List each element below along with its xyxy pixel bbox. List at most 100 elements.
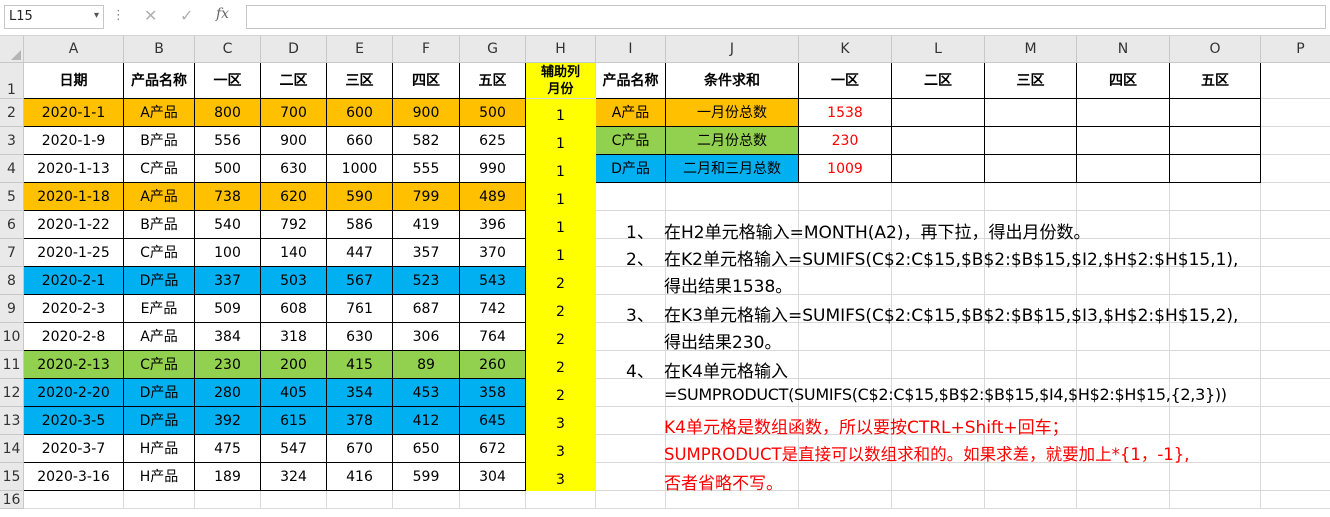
table-cell[interactable]: 630 [261,155,327,183]
table-cell[interactable]: 800 [195,99,261,127]
table-cell[interactable]: 415 [327,351,393,379]
table-cell[interactable]: D产品 [124,379,195,407]
table-cell[interactable]: 543 [460,267,526,295]
cell[interactable] [1261,295,1330,323]
table-cell[interactable]: 304 [460,463,526,491]
table-cell[interactable]: 523 [393,267,460,295]
check-icon[interactable]: ✓ [180,6,193,25]
cell[interactable] [1261,99,1330,127]
cell[interactable] [1170,491,1261,509]
summary-empty-cell[interactable] [892,155,985,183]
helper-column-header[interactable]: 辅助列 月份 [526,63,596,99]
table-cell[interactable]: 555 [393,155,460,183]
row-header-5[interactable]: 5 [0,183,24,211]
summary-product[interactable]: A产品 [596,99,666,127]
row-header-14[interactable]: 14 [0,435,24,463]
cell[interactable] [1261,491,1330,509]
table-header-3[interactable]: 二区 [261,63,327,99]
table-cell[interactable]: 412 [393,407,460,435]
name-box[interactable]: L15 ▾ [4,5,104,29]
table-cell[interactable]: C产品 [124,351,195,379]
column-header-a[interactable]: A [24,36,124,63]
helper-month-cell[interactable]: 2 [526,351,596,379]
cell[interactable] [1077,211,1170,239]
table-cell[interactable]: 670 [327,435,393,463]
cell[interactable] [892,183,985,211]
function-icon[interactable]: fx [216,6,229,22]
row-header-4[interactable]: 4 [0,155,24,183]
column-header-d[interactable]: D [261,36,327,63]
table-cell[interactable]: D产品 [124,407,195,435]
table-header-0[interactable]: 日期 [24,63,124,99]
table-cell[interactable]: 2020-1-22 [24,211,124,239]
table-cell[interactable]: 2020-2-20 [24,379,124,407]
table-cell[interactable]: 384 [195,323,261,351]
helper-month-cell[interactable]: 1 [526,155,596,183]
table-cell[interactable]: A产品 [124,323,195,351]
cell[interactable] [799,351,892,379]
table-cell[interactable]: 764 [460,323,526,351]
table-cell[interactable]: 990 [460,155,526,183]
row-header-12[interactable]: 12 [0,379,24,407]
cell[interactable] [393,491,460,509]
table-cell[interactable]: 582 [393,127,460,155]
cell[interactable] [1261,435,1330,463]
table-cell[interactable]: 615 [261,407,327,435]
table-cell[interactable]: 650 [393,435,460,463]
table-cell[interactable]: 2020-3-5 [24,407,124,435]
summary-value[interactable]: 1538 [799,99,892,127]
cell[interactable] [596,323,666,351]
table-cell[interactable]: 1000 [327,155,393,183]
row-header-6[interactable]: 6 [0,211,24,239]
summary-empty-cell[interactable] [892,127,985,155]
row-header-15[interactable]: 15 [0,463,24,491]
cell[interactable] [1261,323,1330,351]
table-cell[interactable]: 453 [393,379,460,407]
cell[interactable] [799,463,892,491]
helper-month-cell[interactable]: 1 [526,211,596,239]
table-cell[interactable]: 2020-3-16 [24,463,124,491]
summary-empty-cell[interactable] [1170,155,1261,183]
table-header-6[interactable]: 五区 [460,63,526,99]
cell[interactable] [124,491,195,509]
helper-month-cell[interactable]: 3 [526,463,596,491]
table-cell[interactable]: 700 [261,99,327,127]
table-cell[interactable]: 357 [393,239,460,267]
table-cell[interactable]: 509 [195,295,261,323]
summary-header-2[interactable]: 一区 [799,63,892,99]
table-cell[interactable]: A产品 [124,99,195,127]
summary-empty-cell[interactable] [1077,99,1170,127]
column-header-b[interactable]: B [124,36,195,63]
table-cell[interactable]: 586 [327,211,393,239]
table-cell[interactable]: 2020-2-13 [24,351,124,379]
summary-empty-cell[interactable] [985,127,1077,155]
table-cell[interactable]: 419 [393,211,460,239]
cell[interactable] [799,323,892,351]
table-cell[interactable]: 392 [195,407,261,435]
table-cell[interactable]: 2020-3-7 [24,435,124,463]
helper-month-cell[interactable]: 2 [526,267,596,295]
table-cell[interactable]: 738 [195,183,261,211]
row-header-9[interactable]: 9 [0,295,24,323]
cell[interactable] [596,379,666,407]
cell[interactable] [1261,239,1330,267]
table-cell[interactable]: 625 [460,127,526,155]
table-cell[interactable]: B产品 [124,211,195,239]
table-cell[interactable]: 489 [460,183,526,211]
cell[interactable] [892,463,985,491]
table-cell[interactable]: 2020-1-13 [24,155,124,183]
row-header-13[interactable]: 13 [0,407,24,435]
cell[interactable] [1077,323,1170,351]
column-header-l[interactable]: L [892,36,985,63]
table-cell[interactable]: 396 [460,211,526,239]
table-cell[interactable]: 260 [460,351,526,379]
table-cell[interactable]: 742 [460,295,526,323]
summary-header-1[interactable]: 条件求和 [666,63,799,99]
summary-condition[interactable]: 二月和三月总数 [666,155,799,183]
helper-month-cell[interactable]: 1 [526,239,596,267]
cell[interactable] [1170,183,1261,211]
cell[interactable] [799,491,892,509]
summary-header-5[interactable]: 四区 [1077,63,1170,99]
chevron-down-icon[interactable]: ▾ [94,10,99,21]
cell[interactable] [1261,463,1330,491]
